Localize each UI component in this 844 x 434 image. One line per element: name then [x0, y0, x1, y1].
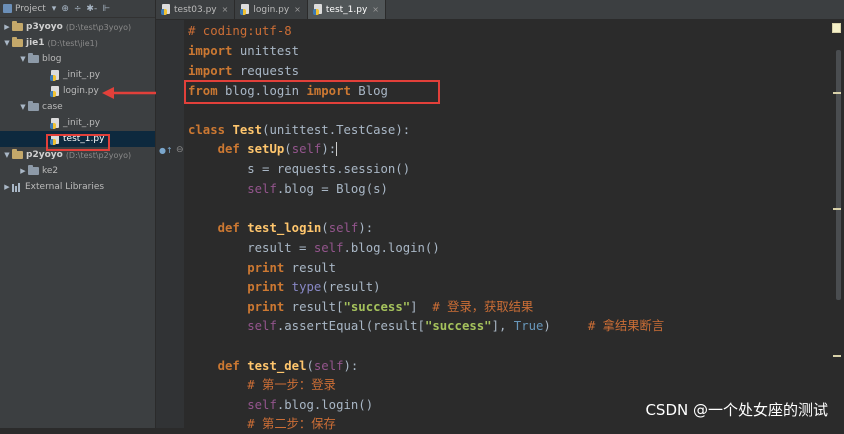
expand-arrow-icon[interactable]: ▶ [2, 23, 12, 31]
folder-icon [12, 21, 23, 31]
editor-tabs: test03.py × login.py × test_1.py × [156, 0, 844, 20]
tree-label: p2yoyo [26, 150, 63, 160]
marker-stripe [830, 20, 844, 428]
python-file-icon [161, 4, 171, 15]
package-folder-icon [28, 101, 39, 111]
hide-panel-icon[interactable]: ⊩ [102, 4, 110, 14]
warning-marker[interactable] [833, 355, 841, 357]
tab-test1[interactable]: test_1.py × [307, 0, 386, 19]
folder-icon [12, 37, 23, 47]
watermark: CSDN @一个处女座的测试 [645, 401, 828, 419]
tree-item-case[interactable]: ▼ case [0, 99, 155, 115]
tree-item-external-libraries[interactable]: ▶ External Libraries [0, 179, 155, 195]
code-line-2: import unittest [188, 44, 300, 58]
inspection-status-icon [832, 23, 841, 33]
tab-label: login.py [253, 4, 290, 15]
library-icon [12, 182, 22, 192]
expand-arrow-icon[interactable]: ▶ [18, 167, 28, 175]
python-file-icon [312, 4, 323, 15]
project-title[interactable]: Project [15, 4, 46, 14]
collapse-arrow-icon[interactable]: ▼ [18, 103, 28, 111]
code-line-21: # 第二步：保存 [247, 417, 336, 431]
editor-gutter: ●↑ ⊖ [156, 20, 184, 428]
python-file-icon [240, 4, 250, 15]
code-line-19: # 第一步：登录 [247, 378, 336, 392]
close-icon[interactable]: × [372, 5, 379, 14]
text-caret [336, 142, 345, 156]
tree-label: login.py [63, 86, 99, 96]
tree-path: (D:\test\p3yoyo) [65, 22, 132, 32]
code-line-12: result = self.blog.login() [247, 241, 440, 255]
tree-label: ke2 [42, 166, 59, 176]
tab-login[interactable]: login.py × [235, 0, 308, 19]
tab-test03[interactable]: test03.py × [156, 0, 236, 19]
collapse-arrow-icon[interactable]: ▼ [2, 151, 12, 159]
package-folder-icon [28, 165, 39, 175]
code-line-9: self.blog = Blog(s) [247, 182, 388, 196]
tree-item-ke2[interactable]: ▶ ke2 [0, 163, 155, 179]
tree-path: (D:\test\p2yoyo) [65, 150, 132, 160]
override-marker-icon: ●↑ [159, 146, 173, 155]
code-line-6: class Test(unittest.TestCase): [188, 123, 411, 137]
python-file-icon [50, 85, 60, 97]
expand-arrow-icon[interactable]: ▶ [2, 183, 12, 191]
fold-marker-icon: ⊖ [176, 145, 184, 155]
collapse-arrow-icon[interactable]: ▼ [2, 39, 12, 47]
tree-label: jie1 [26, 38, 45, 48]
code-line-14: print type(result) [247, 280, 381, 294]
tree-item-blog[interactable]: ▼ blog [0, 51, 155, 67]
code-line-13: print result [247, 261, 337, 275]
collapse-arrow-icon[interactable]: ▼ [18, 55, 28, 63]
code-line-1: # coding:utf-8 [188, 24, 292, 38]
close-icon[interactable]: × [222, 5, 229, 14]
tree-item-jie1[interactable]: ▼ jie1 (D:\test\jie1) [0, 35, 155, 51]
tree-path: (D:\test\jie1) [47, 38, 98, 48]
tree-label: p3yoyo [26, 22, 63, 32]
sync-icon[interactable]: ⊕ [61, 4, 69, 14]
tree-label: case [42, 102, 63, 112]
tree-item-init-case[interactable]: _init_.py [0, 115, 155, 131]
highlight-box-import [184, 80, 440, 104]
vertical-scrollbar[interactable] [836, 50, 841, 300]
python-file-icon [50, 69, 60, 81]
collapse-icon[interactable]: ÷ [74, 4, 82, 14]
code-line-7: def setUp(self): [188, 140, 345, 159]
code-line-15: print result["success"] # 登录，获取结果 [247, 300, 534, 314]
tree-item-p3yoyo[interactable]: ▶ p3yoyo (D:\test\p3yoyo) [0, 19, 155, 35]
tree-label: _init_.py [63, 70, 101, 80]
tab-label: test_1.py [325, 4, 368, 15]
code-line-8: s = requests.session() [247, 162, 411, 176]
tree-label: _init_.py [63, 118, 101, 128]
code-line-11: def test_login(self): [217, 221, 374, 235]
close-icon[interactable]: × [294, 5, 301, 14]
folder-icon [12, 149, 23, 159]
tab-label: test03.py [174, 4, 217, 15]
project-panel: Project ▾ ⊕ ÷ ✱- ⊩ ▶ p3yoyo (D:\test\p3y… [0, 0, 156, 428]
highlight-box-test1 [46, 134, 110, 151]
warning-marker[interactable] [833, 208, 841, 210]
tree-item-init-blog[interactable]: _init_.py [0, 67, 155, 83]
package-folder-icon [28, 53, 39, 63]
project-icon [3, 4, 12, 13]
tree-label: External Libraries [25, 182, 105, 192]
code-line-20: self.blog.login() [247, 398, 374, 412]
gear-icon[interactable]: ✱- [86, 4, 97, 14]
warning-marker[interactable] [833, 92, 841, 94]
code-line-3: import requests [188, 64, 300, 78]
python-file-icon [50, 117, 60, 129]
project-toolbar: Project ▾ ⊕ ÷ ✱- ⊩ [0, 0, 155, 18]
code-line-16: self.assertEqual(result["success"], True… [247, 319, 665, 333]
dropdown-arrow-icon[interactable]: ▾ [52, 4, 57, 14]
code-line-18: def test_del(self): [217, 359, 359, 373]
tree-label: blog [42, 54, 62, 64]
